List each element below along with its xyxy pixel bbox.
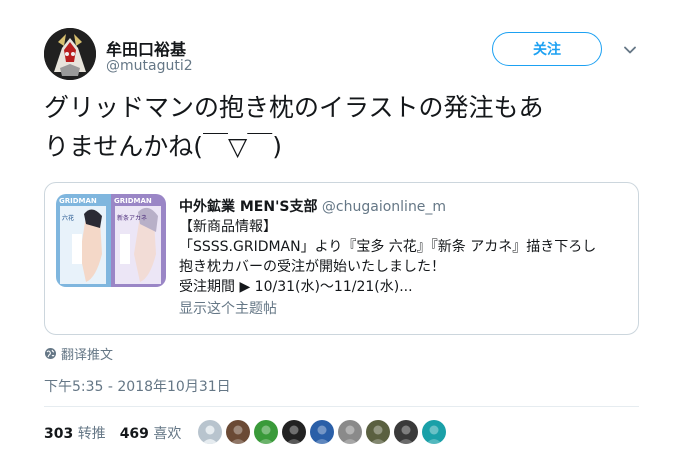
liker-avatar[interactable] xyxy=(338,420,362,444)
quoted-text-line: 抱き枕カバーの受注が開始いたしました！ xyxy=(179,259,445,275)
tweet-stats: 303 转推 469 喜欢 xyxy=(44,423,181,443)
tweet-text-line: グリッドマンの抱き枕のイラストの発注もあ xyxy=(44,93,544,122)
show-thread-link[interactable]: 显示这个主题帖 xyxy=(179,299,629,319)
tweet-text: グリッドマンの抱き枕のイラストの発注もあ りませんかね(￣▽￣) xyxy=(44,88,644,166)
liker-avatar[interactable] xyxy=(366,420,390,444)
thumb-caption-text: 新条アカネ xyxy=(117,214,147,222)
avatar-black-white xyxy=(394,420,418,444)
divider xyxy=(44,406,639,407)
quoted-author-name: 中外鉱業 MEN'S支部 xyxy=(179,199,318,215)
retweet-count-value: 303 xyxy=(44,426,74,442)
like-count-value: 469 xyxy=(119,426,149,442)
translate-label: 翻译推文 xyxy=(61,348,114,363)
author-avatar[interactable] xyxy=(44,28,96,80)
translate-tweet-link[interactable]: 翻译推文 xyxy=(44,344,113,363)
liker-avatar[interactable] xyxy=(254,420,278,444)
avatar-green xyxy=(254,420,278,444)
chevron-down-icon[interactable] xyxy=(622,42,638,58)
liker-avatar[interactable] xyxy=(422,420,446,444)
liker-avatar[interactable] xyxy=(282,420,306,444)
quoted-tweet-card[interactable]: GRIDMAN GRIDMAN 六花 新条アカネ 中外鉱業 MEN'S支部 @c… xyxy=(44,182,639,335)
quoted-text-line: 受注期間 ▶ 10/31(水)〜11/21(水)... xyxy=(179,279,413,295)
retweet-count-label: 转推 xyxy=(77,426,106,442)
quoted-tweet-thumbnail[interactable]: GRIDMAN GRIDMAN 六花 新条アカネ xyxy=(56,194,166,287)
author-display-name[interactable]: 牟田口裕基 xyxy=(106,36,186,60)
avatar-gray xyxy=(338,420,362,444)
tweet-text-line: りませんかね(￣▽￣) xyxy=(44,132,282,161)
tweet-timestamp[interactable]: 下午5:35 - 2018年10月31日 xyxy=(44,376,231,396)
liker-avatar[interactable] xyxy=(226,420,250,444)
default-user-icon xyxy=(198,420,222,444)
avatar-robot-icon xyxy=(44,28,96,80)
globe-icon xyxy=(45,348,56,359)
avatar-teal-red xyxy=(422,420,446,444)
tweet-header: 牟田口裕基 @mutaguti2 关注 xyxy=(44,28,644,80)
avatar-olive xyxy=(366,420,390,444)
quoted-tweet-body: 中外鉱業 MEN'S支部 @chugaionline_m 【新商品情報】 「SS… xyxy=(179,197,629,319)
thumb-caption-text: 六花 xyxy=(62,214,74,222)
quoted-author-handle: @chugaionline_m xyxy=(321,199,447,215)
liker-avatar[interactable] xyxy=(310,420,334,444)
author-handle[interactable]: @mutaguti2 xyxy=(106,58,193,74)
like-count[interactable]: 469 喜欢 xyxy=(120,423,182,443)
liker-avatar[interactable] xyxy=(198,420,222,444)
retweet-count[interactable]: 303 转推 xyxy=(44,423,106,443)
follow-button[interactable]: 关注 xyxy=(492,32,602,66)
thumb-title-text: GRIDMAN xyxy=(59,197,97,205)
pillow-cover-image-icon: GRIDMAN GRIDMAN 六花 新条アカネ xyxy=(56,194,166,287)
quoted-text-line: 「SSSS.GRIDMAN」より『宝多 六花』『新条 アカネ』描き下ろし xyxy=(179,239,597,255)
liker-avatar[interactable] xyxy=(394,420,418,444)
quoted-tweet-author: 中外鉱業 MEN'S支部 @chugaionline_m xyxy=(179,197,629,217)
avatar-dark xyxy=(282,420,306,444)
avatar-brown xyxy=(226,420,250,444)
thumb-title-text: GRIDMAN xyxy=(114,197,152,205)
avatar-blue xyxy=(310,420,334,444)
quoted-text-line: 【新商品情報】 xyxy=(179,219,277,235)
like-count-label: 喜欢 xyxy=(153,426,182,442)
liker-avatars xyxy=(198,420,446,444)
